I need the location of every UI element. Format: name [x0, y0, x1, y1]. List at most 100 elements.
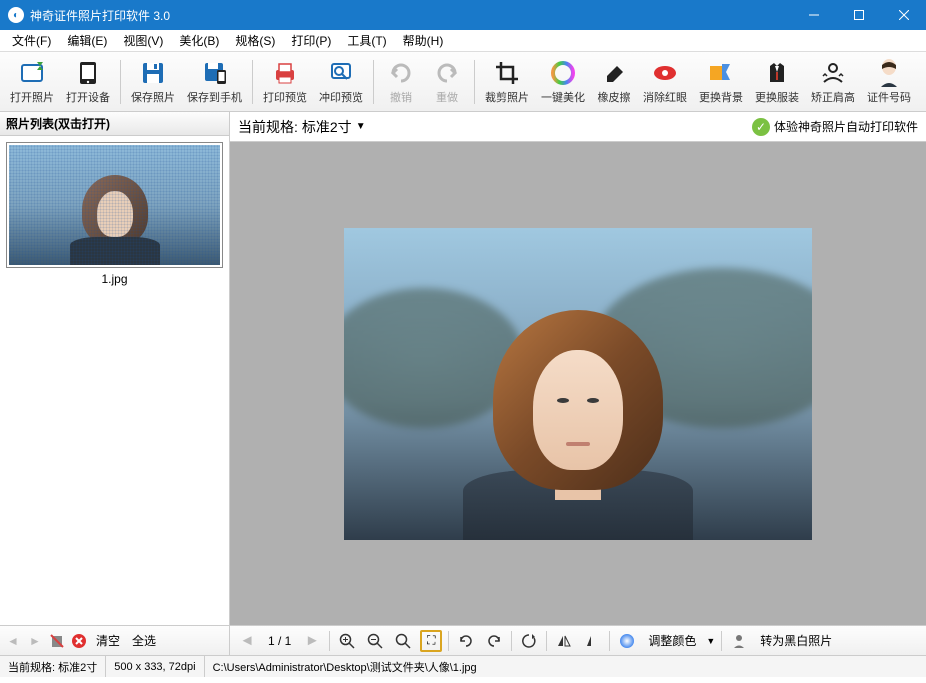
- separator: [511, 631, 512, 651]
- zoom-out-icon[interactable]: [364, 630, 386, 652]
- next-icon[interactable]: ►: [26, 632, 44, 650]
- clothes-icon: [763, 59, 791, 87]
- separator: [329, 631, 330, 651]
- redeye-icon: [651, 59, 679, 87]
- device-icon: [74, 59, 102, 87]
- adjust-color-button[interactable]: 调整颜色: [644, 632, 700, 649]
- redeye-button[interactable]: 消除红眼: [637, 54, 693, 110]
- zoom-in-icon[interactable]: [336, 630, 358, 652]
- sidebar: 照片列表(双击打开) 1.jpg ◄ ► 清空 全选: [0, 112, 230, 655]
- spec-label: 当前规格:: [238, 117, 298, 137]
- menu-tools[interactable]: 工具(T): [339, 30, 394, 51]
- idnum-button[interactable]: 证件号码: [861, 54, 917, 110]
- status-dimensions: 500 x 333, 72dpi: [106, 656, 204, 677]
- rotate-free-icon[interactable]: [518, 630, 540, 652]
- separator: [448, 631, 449, 651]
- thumbnail-label: 1.jpg: [6, 268, 223, 290]
- bw-person-icon: [728, 630, 750, 652]
- eraser-icon: [600, 59, 628, 87]
- print-preview-button[interactable]: 打印预览: [257, 54, 313, 110]
- close-button[interactable]: [881, 0, 926, 30]
- redo-icon: [433, 59, 461, 87]
- thumbnail-item[interactable]: [6, 142, 223, 268]
- thumbnail-list: 1.jpg: [0, 136, 229, 625]
- save-photo-button[interactable]: 保存照片: [125, 54, 181, 110]
- crop-button[interactable]: 裁剪照片: [479, 54, 535, 110]
- save-icon: [139, 59, 167, 87]
- separator: [474, 60, 475, 104]
- page-next-icon[interactable]: ►: [301, 630, 323, 652]
- menu-help[interactable]: 帮助(H): [395, 30, 452, 51]
- to-bw-button[interactable]: 转为黑白照片: [756, 632, 836, 649]
- save-phone-button[interactable]: 保存到手机: [181, 54, 248, 110]
- shoulder-button[interactable]: 矫正肩高: [805, 54, 861, 110]
- menu-file[interactable]: 文件(F): [4, 30, 59, 51]
- menu-beauty[interactable]: 美化(B): [171, 30, 227, 51]
- clothes-button[interactable]: 更换服装: [749, 54, 805, 110]
- undo-button[interactable]: 撤销: [378, 54, 424, 110]
- sidebar-footer: ◄ ► 清空 全选: [0, 625, 229, 655]
- separator: [120, 60, 121, 104]
- toolbar: 打开照片 打开设备 保存照片 保存到手机 打印预览 冲印预览 撤销 重做 裁剪照…: [0, 52, 926, 112]
- dev-preview-button[interactable]: 冲印预览: [313, 54, 369, 110]
- redo-button[interactable]: 重做: [424, 54, 470, 110]
- chevron-down-icon[interactable]: ▼: [706, 636, 715, 646]
- fit-screen-icon[interactable]: ⛶: [420, 630, 442, 652]
- select-all-button[interactable]: 全选: [128, 630, 160, 651]
- dev-preview-icon: [327, 59, 355, 87]
- open-photo-icon: [18, 59, 46, 87]
- sidebar-header: 照片列表(双击打开): [0, 112, 229, 136]
- eraser-button[interactable]: 橡皮擦: [591, 54, 637, 110]
- canvas-footer: ◄ 1 / 1 ► ⛶ 调整颜色 ▼ 转为黑白照片: [230, 625, 926, 655]
- color-wheel-icon: [616, 630, 638, 652]
- minimize-button[interactable]: [791, 0, 836, 30]
- page-prev-icon[interactable]: ◄: [236, 630, 258, 652]
- crop-icon: [493, 59, 521, 87]
- zoom-reset-icon[interactable]: [392, 630, 414, 652]
- canvas[interactable]: [230, 142, 926, 625]
- promo-link[interactable]: ✓ 体验神奇照片自动打印软件: [752, 118, 918, 136]
- menu-print[interactable]: 打印(P): [283, 30, 339, 51]
- menu-view[interactable]: 视图(V): [115, 30, 171, 51]
- idnum-icon: [875, 59, 903, 87]
- main-area: 照片列表(双击打开) 1.jpg ◄ ► 清空 全选 当前规格: 标准2寸▼ ✓: [0, 112, 926, 655]
- separator: [373, 60, 374, 104]
- shoulder-icon: [819, 59, 847, 87]
- rotate-ccw-icon[interactable]: [455, 630, 477, 652]
- chevron-down-icon: ▼: [356, 121, 366, 132]
- beautify-icon: [549, 59, 577, 87]
- prev-icon[interactable]: ◄: [4, 632, 22, 650]
- menu-spec[interactable]: 规格(S): [227, 30, 283, 51]
- menu-edit[interactable]: 编辑(E): [59, 30, 115, 51]
- remove-icon[interactable]: [70, 632, 88, 650]
- delete-icon[interactable]: [48, 632, 66, 650]
- canvas-header: 当前规格: 标准2寸▼ ✓ 体验神奇照片自动打印软件: [230, 112, 926, 142]
- open-photo-button[interactable]: 打开照片: [4, 54, 60, 110]
- background-icon: [707, 59, 735, 87]
- status-spec: 当前规格: 标准2寸: [0, 656, 106, 677]
- maximize-button[interactable]: [836, 0, 881, 30]
- canvas-area: 当前规格: 标准2寸▼ ✓ 体验神奇照片自动打印软件 ◄ 1 / 1 ►: [230, 112, 926, 655]
- window-controls: [791, 0, 926, 30]
- promo-icon: ✓: [752, 118, 770, 136]
- status-path: C:\Users\Administrator\Desktop\测试文件夹\人像\…: [205, 656, 926, 677]
- separator: [546, 631, 547, 651]
- photo-preview: [344, 228, 812, 540]
- menubar: 文件(F) 编辑(E) 视图(V) 美化(B) 规格(S) 打印(P) 工具(T…: [0, 30, 926, 52]
- separator: [252, 60, 253, 104]
- undo-icon: [387, 59, 415, 87]
- spec-dropdown[interactable]: 标准2寸▼: [302, 117, 366, 137]
- titlebar: ◐ 神奇证件照片打印软件 3.0: [0, 0, 926, 30]
- window-title: 神奇证件照片打印软件 3.0: [30, 7, 791, 24]
- page-indicator: 1 / 1: [264, 634, 295, 648]
- flip-h-icon[interactable]: [553, 630, 575, 652]
- save-phone-icon: [201, 59, 229, 87]
- app-icon: ◐: [8, 7, 24, 23]
- beautify-button[interactable]: 一键美化: [535, 54, 591, 110]
- separator: [721, 631, 722, 651]
- background-button[interactable]: 更换背景: [693, 54, 749, 110]
- open-device-button[interactable]: 打开设备: [60, 54, 116, 110]
- flip-v-icon[interactable]: [581, 630, 603, 652]
- clear-button[interactable]: 清空: [92, 630, 124, 651]
- rotate-cw-icon[interactable]: [483, 630, 505, 652]
